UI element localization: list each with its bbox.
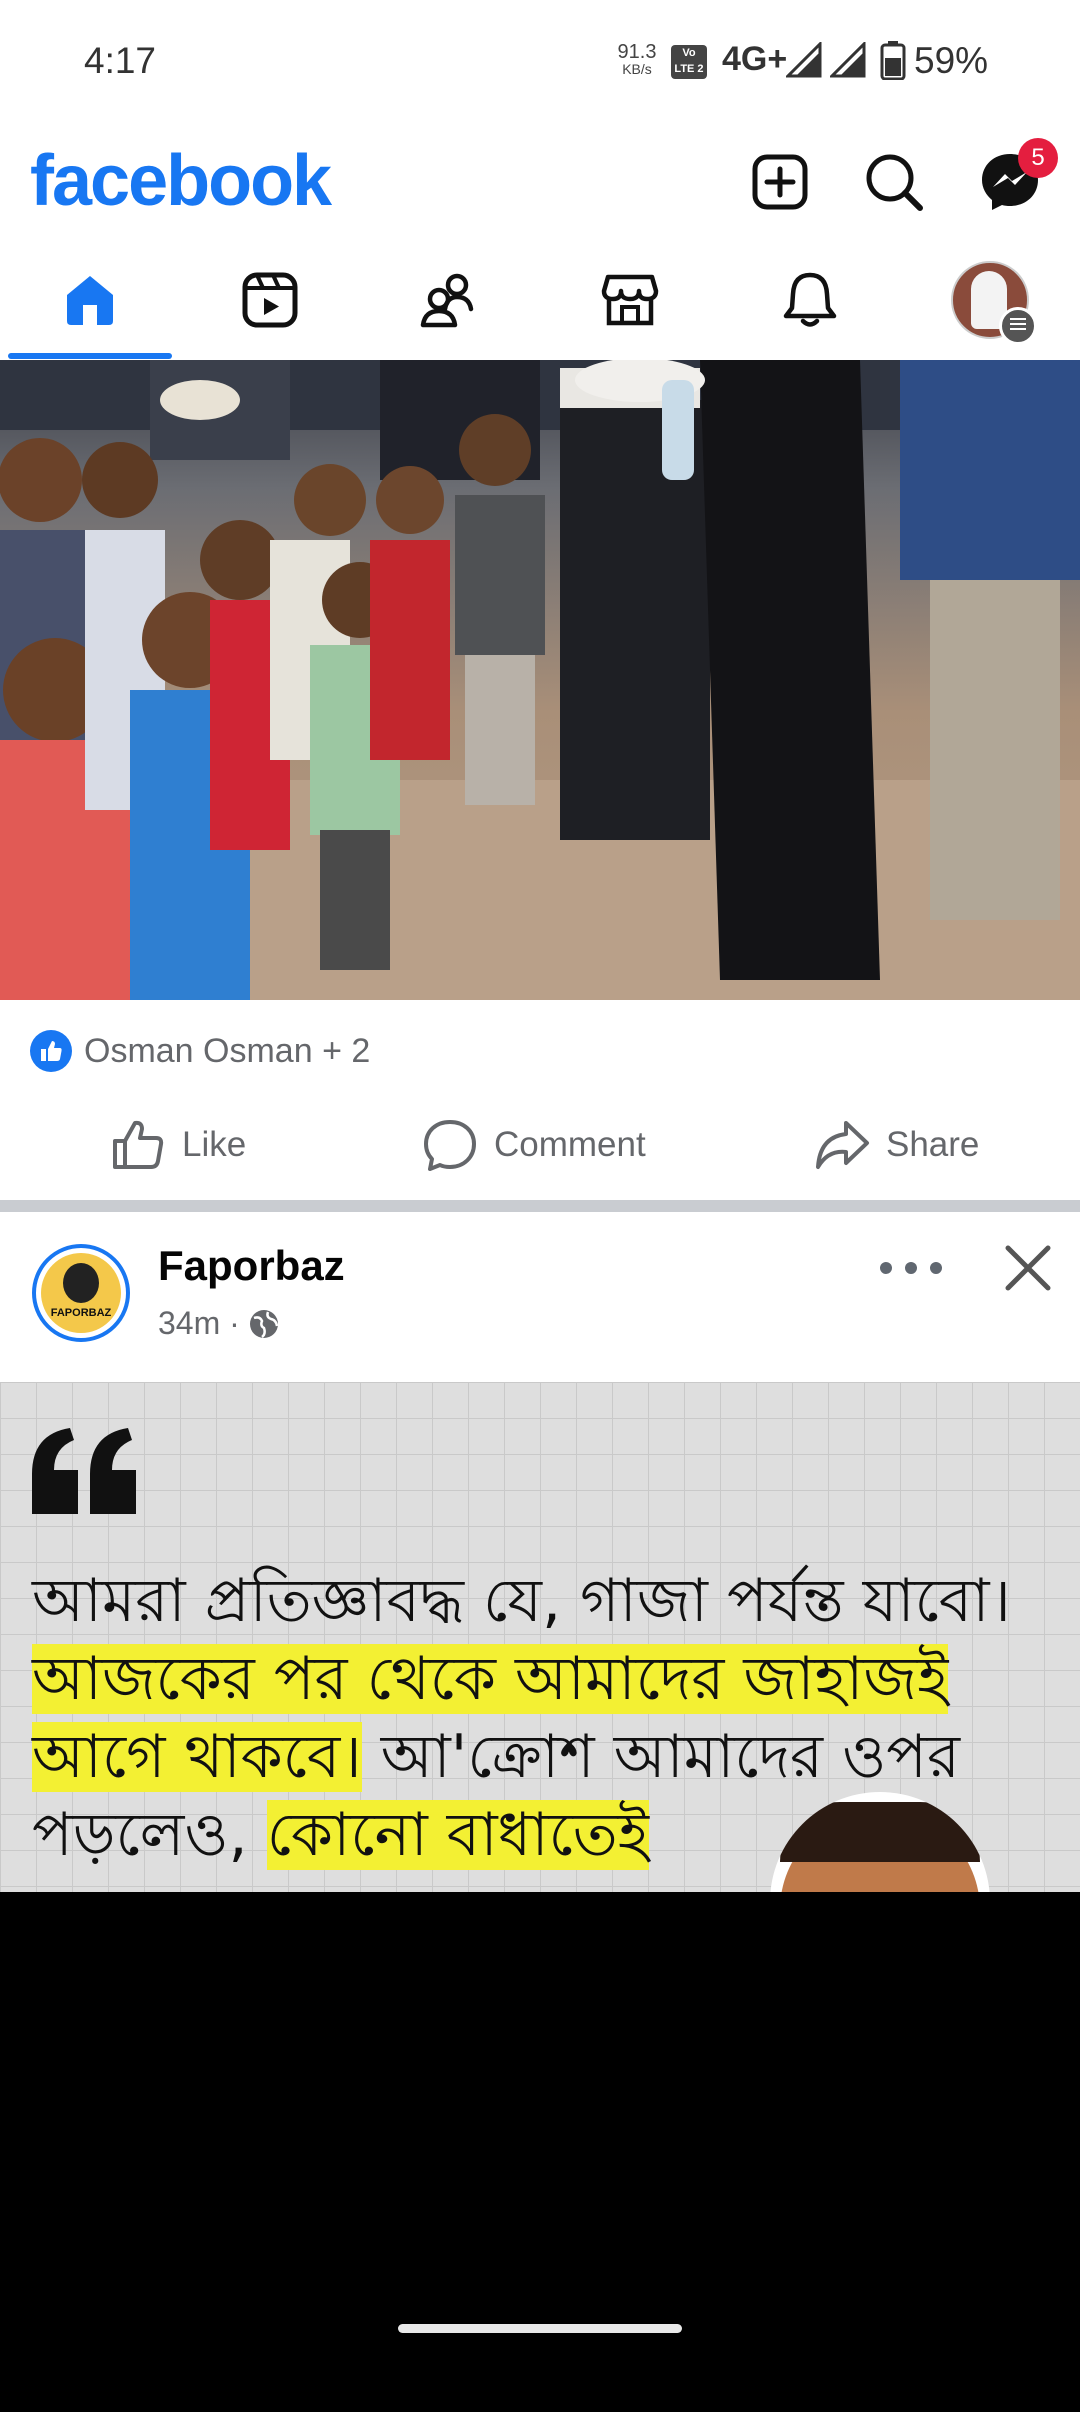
like-reaction-icon [30,1030,72,1072]
create-post-button[interactable] [744,146,816,218]
quote-line-4: পড়লেও, [32,1800,267,1870]
comment-icon [424,1120,476,1171]
share-button[interactable]: Share [814,1100,979,1190]
dot-icon [930,1262,942,1274]
comment-button[interactable]: Comment [422,1100,646,1190]
messenger-badge: 5 [1018,138,1058,178]
marketplace-icon [601,274,659,326]
facebook-logo[interactable]: facebook [30,140,332,222]
share-label: Share [886,1125,980,1164]
page-name[interactable]: Faporbaz [158,1242,345,1290]
quote-highlight-1: আজকের পর থেকে আমাদের জাহাজই [32,1644,949,1714]
battery-percent: 59% [914,40,989,81]
tab-friends[interactable] [360,250,540,350]
tab-notifications[interactable] [720,250,900,350]
friends-icon [420,273,474,328]
quote-highlight-2: আগে থাকবে। [32,1722,362,1792]
video-icon [242,272,298,328]
page-avatar[interactable]: FAPORBAZ [32,1244,130,1342]
quote-card-image[interactable]: আমরা প্রতিজ্ঞাবদ্ধ যে, গাজা পর্যন্ত যাবো… [0,1382,1080,1892]
bell-icon [783,272,837,327]
globe-icon [249,1309,279,1338]
tab-home[interactable] [0,250,180,350]
home-indicator[interactable] [398,2324,682,2333]
post-actions: Like Comment Share [0,1100,1080,1190]
quote-line-1: আমরা প্রতিজ্ঞাবদ্ধ যে, গাজা পর্যন্ত যাবো… [32,1566,1012,1636]
status-bar: 4:17 91.3 KB/s Vo LTE 2 4G+ 59% [0,0,1080,130]
page-avatar-label: FAPORBAZ [50,1307,112,1319]
main-tabs [0,250,1080,362]
post-meta: 34m · [158,1305,280,1342]
network-speed: 91.3 KB/s [612,42,662,76]
home-icon [67,276,113,325]
plus-square-icon [752,154,808,210]
network-speed-value: 91.3 [617,41,657,63]
signal-2-icon [830,42,866,78]
post-separator [0,1200,1080,1212]
search-icon [866,154,923,211]
reactions-summary[interactable]: Osman Osman + 2 [30,1030,370,1072]
reactions-text: Osman Osman + 2 [84,1031,371,1070]
network-type: 4G+ [722,40,788,78]
quote-mark-icon [32,1428,136,1514]
tab-marketplace[interactable] [540,250,720,350]
children-aid-photo [0,360,1080,1000]
signal-1-icon [786,42,822,78]
more-options-button[interactable] [880,1250,942,1286]
volte-icon: Vo LTE 2 [671,45,707,79]
menu-icon [999,307,1037,345]
search-button[interactable] [858,146,930,218]
active-tab-indicator [8,353,172,359]
status-time: 4:17 [84,40,157,81]
dot-icon [905,1262,917,1274]
network-speed-unit: KB/s [622,61,652,77]
close-icon[interactable] [1000,1240,1056,1296]
dot-icon [880,1262,892,1274]
comment-label: Comment [494,1125,646,1164]
quote-highlight-3: কোনো বাধাতেই [266,1800,649,1870]
meta-separator: · [220,1305,240,1341]
post-time[interactable]: 34m [158,1305,220,1342]
facebook-feed-screen: 4:17 91.3 KB/s Vo LTE 2 4G+ 59% facebook [0,0,1080,1892]
post-photo[interactable] [0,360,1080,1000]
thumbs-up-icon [113,1120,164,1169]
like-label: Like [182,1125,247,1164]
share-icon [816,1121,869,1169]
like-button[interactable]: Like [110,1100,246,1190]
tab-menu-profile[interactable] [900,250,1080,350]
profile-avatar [951,261,1037,345]
tab-video[interactable] [180,250,360,350]
battery-icon [880,41,906,80]
quote-line-3: আ'ক্রোশ আমাদের ওপর [361,1722,961,1792]
